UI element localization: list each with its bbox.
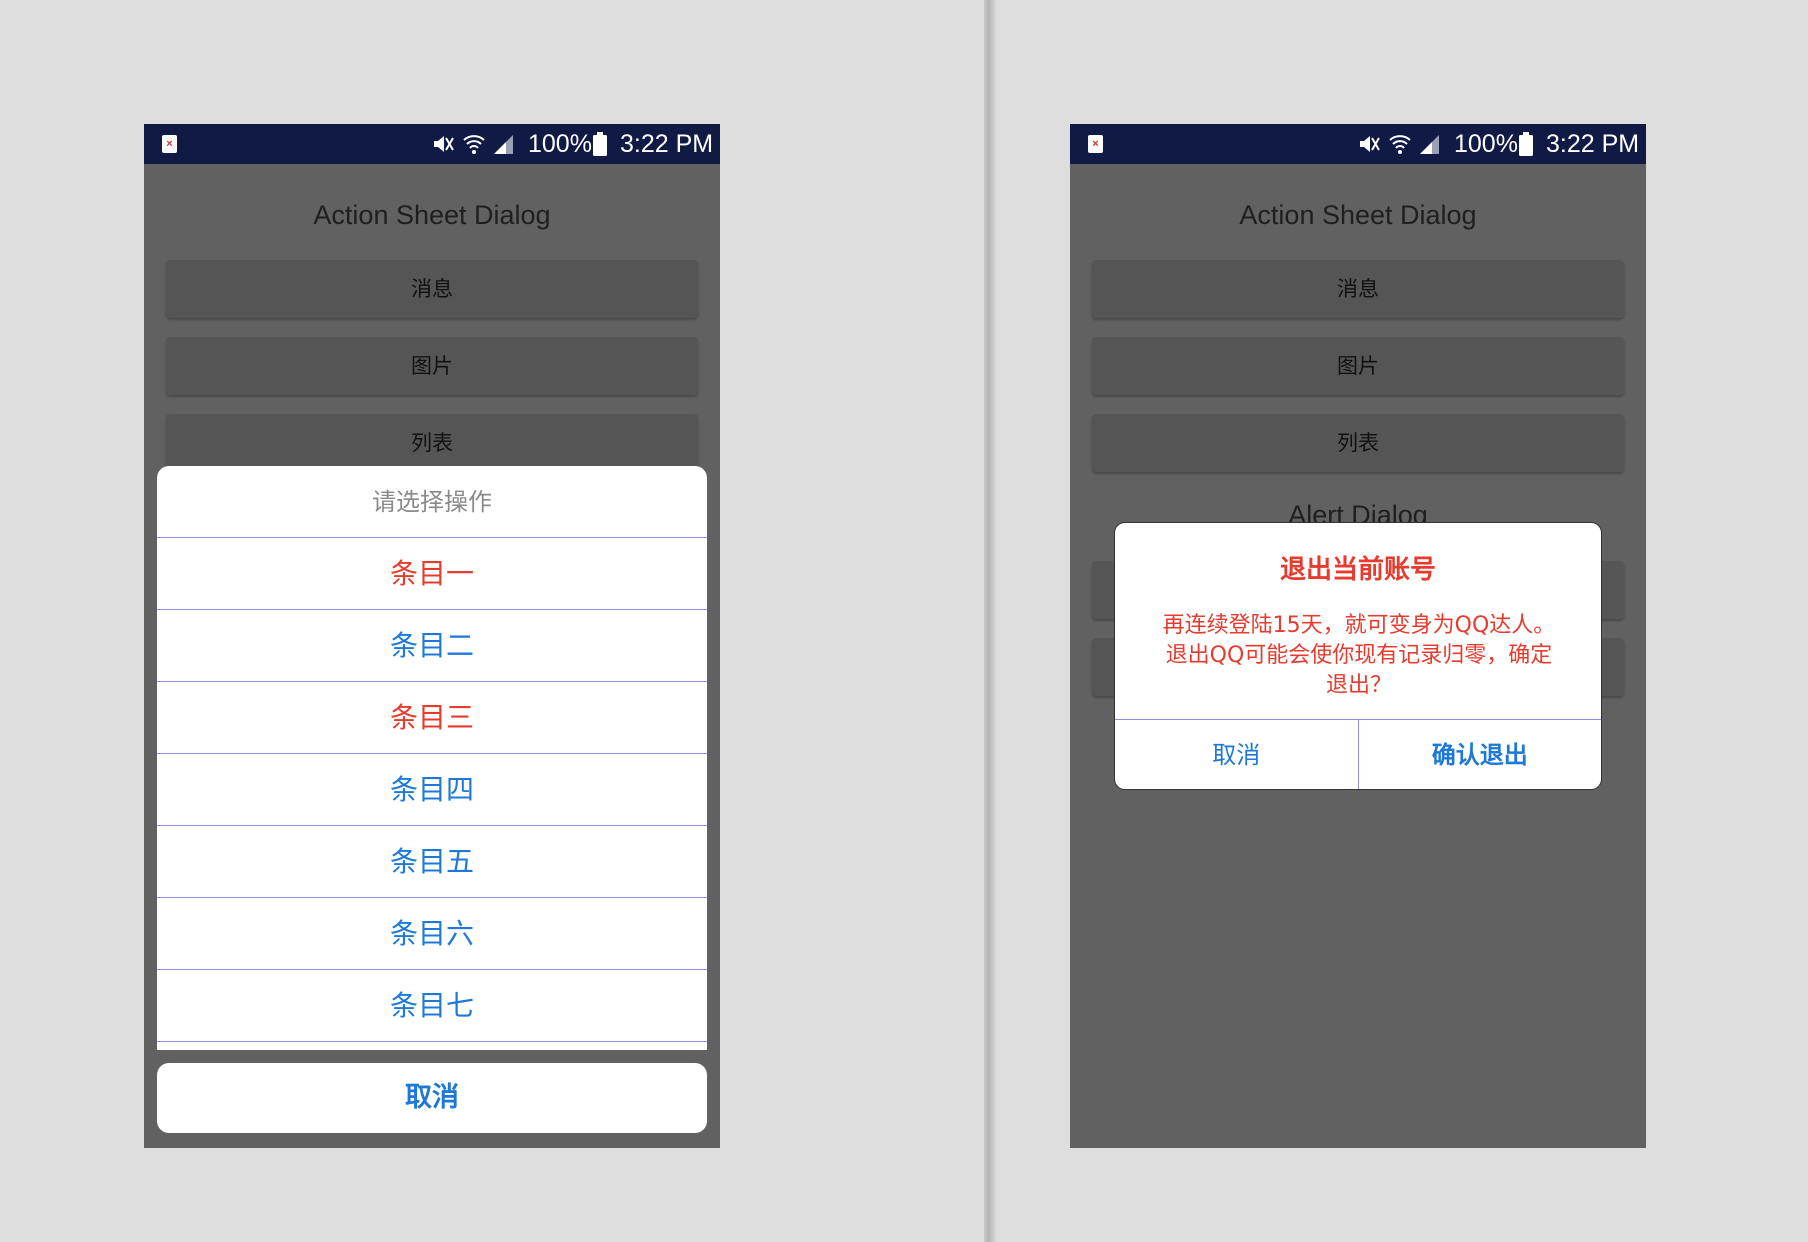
alert-cancel-button[interactable]: 取消 bbox=[1115, 720, 1359, 789]
battery-icon bbox=[593, 132, 607, 156]
notification-app-icon: × bbox=[1088, 135, 1103, 153]
screen-divider bbox=[984, 0, 996, 1242]
list-button[interactable]: 列表 bbox=[166, 414, 698, 472]
alert-title: 退出当前账号 bbox=[1279, 555, 1436, 585]
image-button[interactable]: 图片 bbox=[1092, 337, 1624, 395]
status-bar: × 100% 3:22 PM bbox=[144, 124, 720, 164]
message-button[interactable]: 消息 bbox=[166, 260, 698, 318]
action-sheet-item[interactable]: 条目三 bbox=[157, 682, 707, 754]
battery-icon bbox=[1519, 132, 1533, 156]
action-sheet-item[interactable]: 条目二 bbox=[157, 610, 707, 682]
action-sheet-item[interactable]: 条目四 bbox=[157, 754, 707, 826]
alert-confirm-button[interactable]: 确认退出 bbox=[1359, 720, 1602, 789]
clock: 3:22 PM bbox=[1546, 130, 1640, 158]
status-bar: × 100% 3:22 PM bbox=[1070, 124, 1646, 164]
page-title: Action Sheet Dialog bbox=[313, 200, 551, 230]
alert-message: 再连续登陆15天，就可变身为QQ达人。退出QQ可能会使你现有记录归零，确定退出？ bbox=[1162, 613, 1556, 698]
wifi-icon bbox=[1389, 135, 1411, 154]
battery-percent: 100% bbox=[528, 130, 592, 158]
image-button[interactable]: 图片 bbox=[166, 337, 698, 395]
alert-dialog: 退出当前账号 再连续登陆15天，就可变身为QQ达人。退出QQ可能会使你现有记录归… bbox=[1114, 522, 1602, 790]
phone-screen-action-sheet: × 100% 3:22 PM Action Sheet Dialog 消息 图片… bbox=[144, 124, 720, 1148]
action-sheet-item[interactable]: 条目七 bbox=[157, 970, 707, 1042]
mute-icon bbox=[434, 136, 454, 152]
action-sheet-title: 请选择操作 bbox=[157, 466, 707, 538]
notification-app-icon: × bbox=[162, 135, 177, 153]
list-button[interactable]: 列表 bbox=[1092, 414, 1624, 472]
action-sheet: 请选择操作 条目一 条目二 条目三 条目四 条目五 条目六 条目七 bbox=[157, 466, 707, 1050]
signal-icon bbox=[1420, 135, 1439, 154]
action-sheet-item[interactable]: 条目一 bbox=[157, 538, 707, 610]
action-sheet-item[interactable]: 条目五 bbox=[157, 826, 707, 898]
battery-percent: 100% bbox=[1454, 130, 1518, 158]
action-sheet-cancel-button[interactable]: 取消 bbox=[157, 1063, 707, 1133]
wifi-icon bbox=[463, 135, 485, 154]
message-button[interactable]: 消息 bbox=[1092, 260, 1624, 318]
alert-button-row: 取消 确认退出 bbox=[1115, 719, 1602, 789]
clock: 3:22 PM bbox=[620, 130, 714, 158]
mute-icon bbox=[1360, 136, 1380, 152]
page-title: Action Sheet Dialog bbox=[1239, 200, 1477, 230]
phone-screen-alert-dialog: × 100% 3:22 PM Action Sheet Dialog 消息 图片… bbox=[1070, 124, 1646, 1148]
signal-icon bbox=[494, 135, 513, 154]
action-sheet-item[interactable]: 条目六 bbox=[157, 898, 707, 970]
